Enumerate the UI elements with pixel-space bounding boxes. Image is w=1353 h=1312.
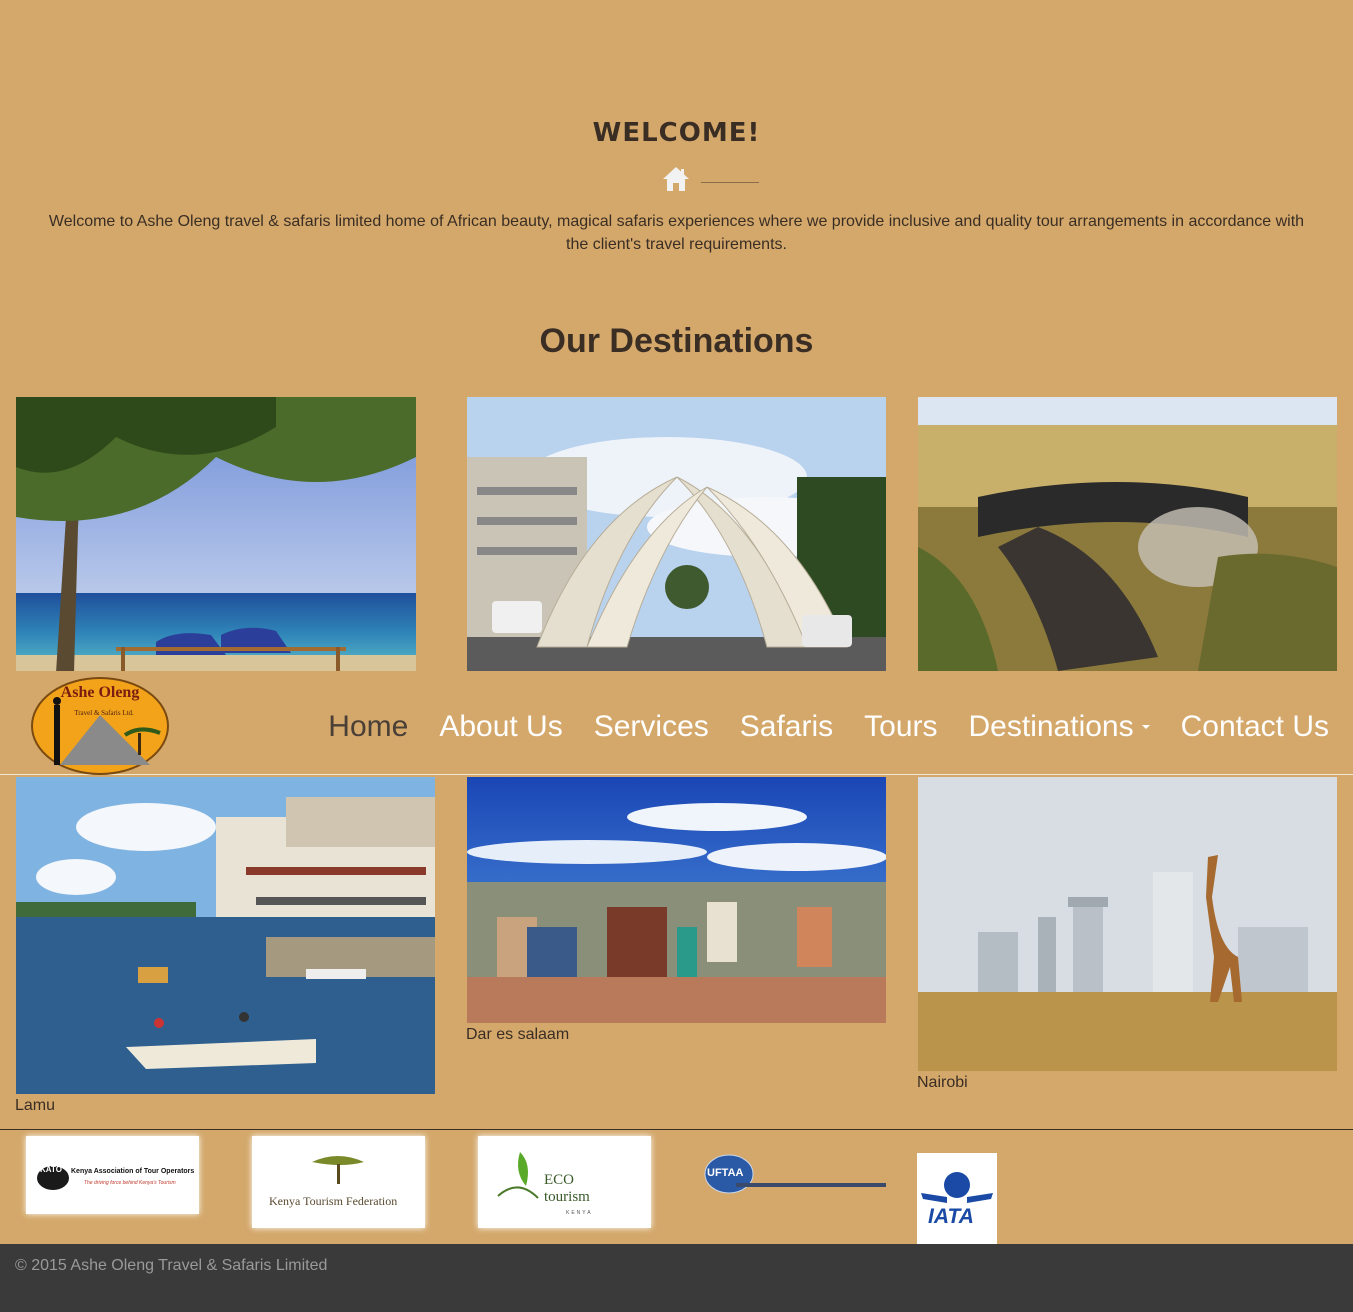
- site-footer: © 2015 Ashe Oleng Travel & Safaris Limit…: [0, 1244, 1353, 1312]
- destination-caption-lamu: Lamu: [15, 1097, 56, 1114]
- destination-card-lamu[interactable]: Lamu: [15, 777, 436, 1117]
- iata-globe-icon: [921, 1172, 993, 1203]
- partner-iata[interactable]: IATA: [917, 1153, 997, 1245]
- nav-contact-us[interactable]: Contact Us: [1181, 707, 1329, 747]
- destination-caption-dar-es-salaam: Dar es salaam: [466, 1026, 570, 1043]
- nav-safaris[interactable]: Safaris: [740, 707, 833, 747]
- company-logo[interactable]: Ashe Oleng Travel & Safaris Ltd.: [30, 675, 170, 775]
- kato-name: Kenya Association of Tour Operators: [71, 1168, 195, 1175]
- mombasa-tusks-image: [467, 397, 886, 671]
- destination-card-mombasa[interactable]: [467, 397, 886, 671]
- partner-kenya-tourism-federation[interactable]: Kenya Tourism Federation: [252, 1136, 425, 1228]
- destination-card-beach[interactable]: [16, 397, 436, 673]
- acacia-tree-icon: [312, 1156, 364, 1184]
- nav-destinations-dropdown[interactable]: Destinations: [969, 707, 1150, 747]
- destination-caption-nairobi: Nairobi: [917, 1074, 968, 1091]
- main-navbar: Ashe Oleng Travel & Safaris Ltd. Home Ab…: [0, 671, 1353, 775]
- partner-eco-tourism[interactable]: ECO tourism KENYA: [478, 1136, 651, 1228]
- welcome-divider: [662, 166, 762, 192]
- lamu-image: [16, 777, 435, 1094]
- destination-card-dar-es-salaam[interactable]: Dar es salaam: [466, 777, 886, 1047]
- partners-strip: KATO Kenya Association of Tour Operators…: [0, 1129, 1353, 1245]
- uftaa-name: UFTAA: [707, 1167, 744, 1179]
- home-icon: [663, 167, 689, 191]
- main-nav: Home About Us Services Safaris Tours Des…: [328, 707, 1329, 747]
- dar-es-salaam-image: [467, 777, 886, 1023]
- chevron-down-icon: [1141, 725, 1150, 729]
- nav-destinations[interactable]: Destinations: [969, 707, 1134, 747]
- partner-kato[interactable]: KATO Kenya Association of Tour Operators…: [26, 1136, 199, 1214]
- nav-about-us[interactable]: About Us: [439, 707, 562, 747]
- logo-text: Ashe Oleng: [61, 684, 140, 701]
- migration-image: [918, 397, 1337, 671]
- welcome-title: WELCOME!: [592, 118, 761, 148]
- partner-uftaa[interactable]: UFTAA: [704, 1154, 886, 1194]
- destination-card-migration[interactable]: [918, 397, 1337, 671]
- logo-subtext: Travel & Safaris Ltd.: [74, 709, 134, 717]
- nav-home[interactable]: Home: [328, 707, 408, 747]
- welcome-text: Welcome to Ashe Oleng travel & safaris l…: [48, 213, 1305, 253]
- destination-card-nairobi[interactable]: Nairobi: [917, 777, 1337, 1095]
- eco-tourism-country: KENYA: [566, 1210, 593, 1216]
- iata-name: IATA: [928, 1205, 974, 1228]
- beach-image: [16, 397, 416, 673]
- svg-text:KATO: KATO: [40, 1165, 62, 1174]
- nav-services[interactable]: Services: [594, 707, 709, 747]
- eco-tourism-name: ECO tourism: [544, 1172, 590, 1205]
- nav-tours[interactable]: Tours: [864, 707, 937, 747]
- kato-logo-icon: KATO: [37, 1165, 69, 1190]
- copyright-text: © 2015 Ashe Oleng Travel & Safaris Limit…: [15, 1257, 328, 1274]
- kato-tagline: The driving force behind Kenya's Tourism: [84, 1180, 176, 1186]
- ktf-name: Kenya Tourism Federation: [269, 1194, 398, 1208]
- destinations-title: Our Destinations: [539, 322, 814, 360]
- nairobi-image: [918, 777, 1337, 1071]
